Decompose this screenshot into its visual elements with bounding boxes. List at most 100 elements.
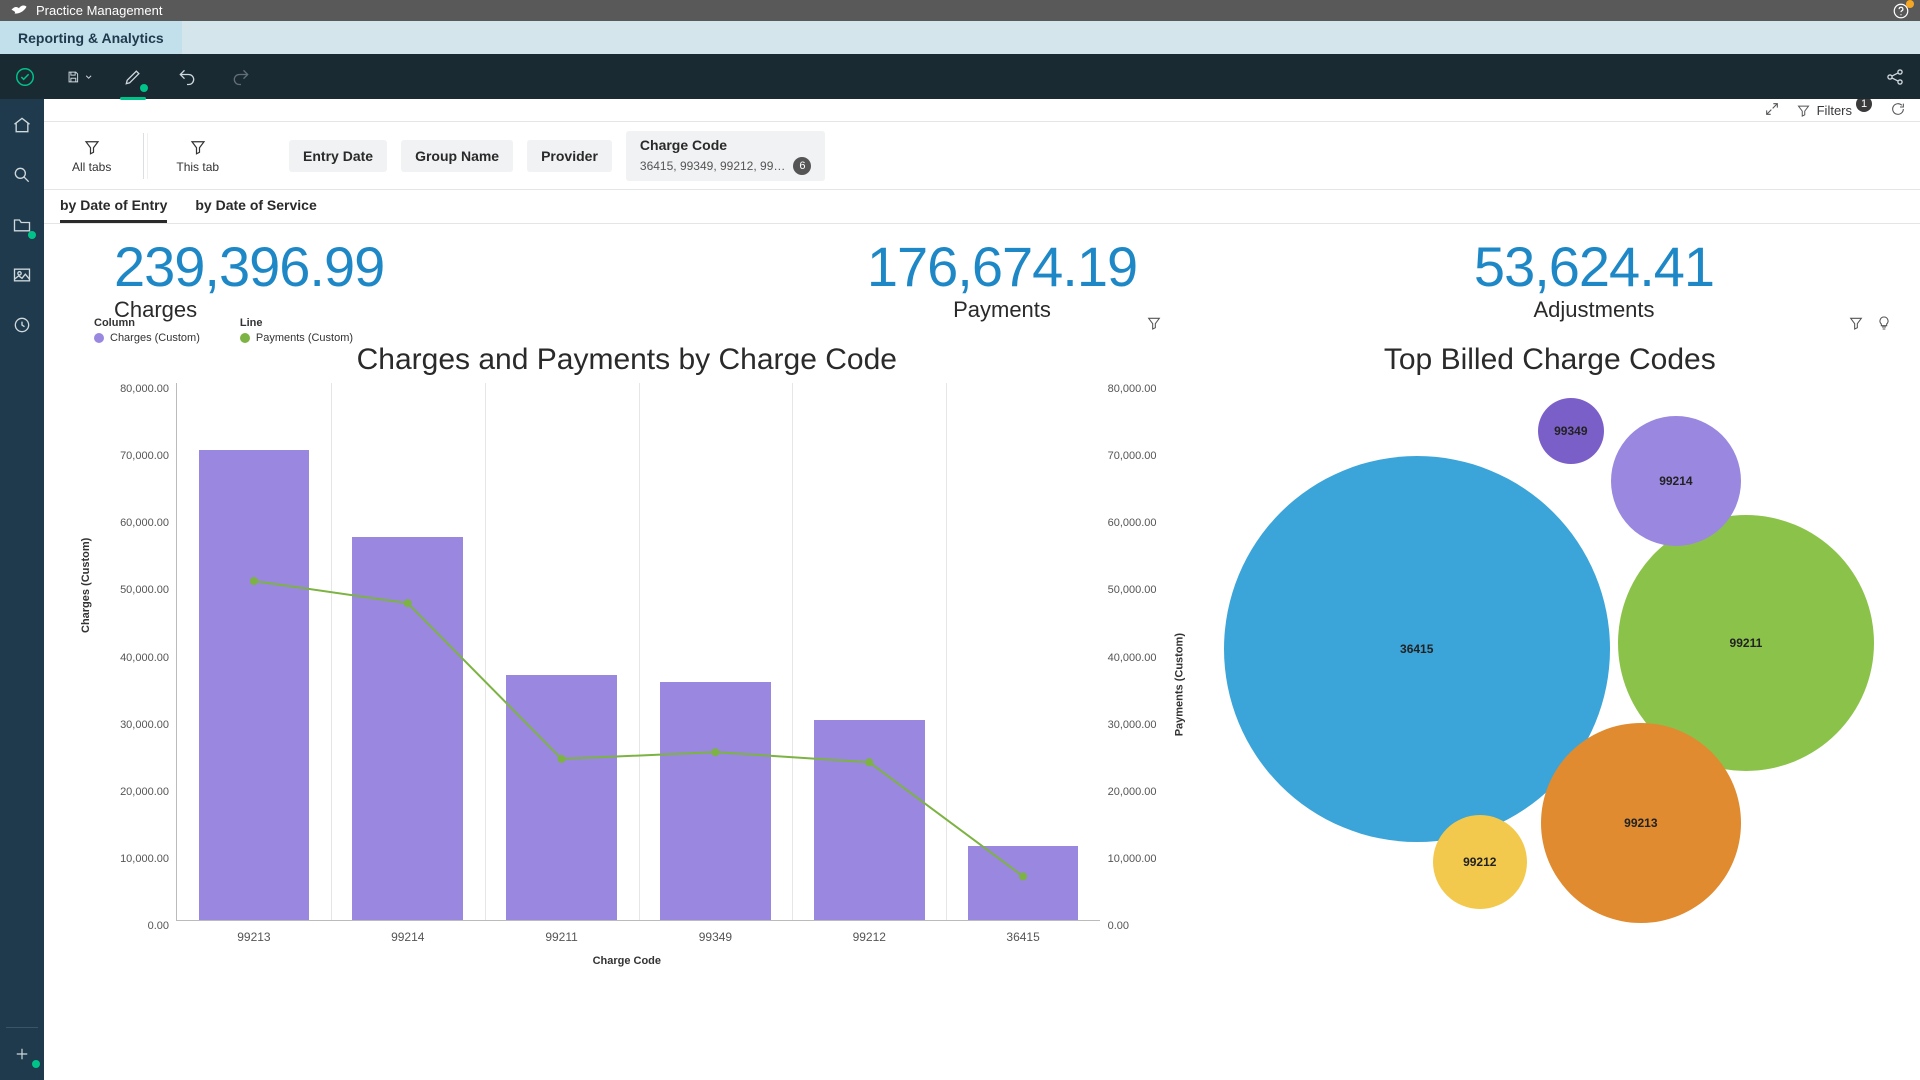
filters-label: Filters — [1817, 103, 1852, 118]
combo-ytick: 70,000.00 — [120, 450, 177, 462]
legend-item-charges: Charges (Custom) — [110, 332, 200, 344]
subtab-date-of-entry[interactable]: by Date of Entry — [60, 190, 167, 223]
combo-bar[interactable] — [660, 682, 771, 920]
legend-swatch-payments-icon — [240, 333, 250, 343]
kpi-adjustments-label: Adjustments — [1298, 297, 1890, 323]
combo-bar[interactable] — [968, 846, 1079, 920]
combo-plot-area: 0.000.0010,000.0010,000.0020,000.0020,00… — [176, 383, 1100, 921]
window-titlebar: Practice Management — [0, 0, 1920, 21]
combo-chart-container: Column Charges (Custom) Line Payments (C… — [84, 343, 1170, 1060]
combo-ytick: 20,000.00 — [120, 786, 177, 798]
combo-ytick: 50,000.00 — [120, 584, 177, 596]
nav-folder-icon[interactable] — [10, 213, 34, 237]
combo-y-axis-label: Charges (Custom) — [80, 538, 92, 633]
legend-line-header: Line — [240, 317, 353, 329]
bubble-filter-icon[interactable] — [1848, 315, 1866, 333]
filter-chip-charge-code-detail: 36415, 99349, 99212, 99… — [640, 159, 785, 173]
bubble-chart-container: Top Billed Charge Codes 3641599211992139… — [1200, 343, 1900, 1060]
combo-xtick: 99212 — [853, 920, 886, 944]
combo-xtick: 99213 — [237, 920, 270, 944]
combo-filter-icon[interactable] — [1146, 315, 1164, 333]
help-icon[interactable] — [1892, 2, 1910, 23]
combo-y2tick: 40,000.00 — [1100, 652, 1157, 664]
combo-ytick: 60,000.00 — [120, 517, 177, 529]
nav-image-icon[interactable] — [10, 263, 34, 287]
page-action-bar: Filters 1 — [44, 99, 1920, 122]
kpi-charges-value: 239,396.99 — [114, 234, 706, 299]
nav-divider — [6, 1027, 38, 1028]
combo-y2tick: 50,000.00 — [1100, 584, 1157, 596]
combo-ytick: 40,000.00 — [120, 652, 177, 664]
save-button[interactable] — [66, 64, 92, 90]
filters-button[interactable]: Filters 1 — [1796, 102, 1874, 118]
filter-chip-charge-code-count: 6 — [793, 157, 811, 175]
share-button[interactable] — [1882, 64, 1908, 90]
combo-ytick: 0.00 — [148, 920, 177, 932]
editor-toolbar — [0, 54, 1920, 99]
refresh-icon[interactable] — [1890, 101, 1906, 120]
edit-status-dot-icon — [140, 84, 148, 92]
combo-y2tick: 0.00 — [1100, 920, 1129, 932]
subtab-date-of-service[interactable]: by Date of Service — [195, 190, 316, 223]
left-nav-rail — [0, 99, 44, 1080]
bubble-99349[interactable]: 99349 — [1538, 398, 1604, 464]
kpi-payments-value: 176,674.19 — [706, 234, 1298, 299]
nav-add-button[interactable] — [10, 1042, 34, 1066]
filters-count-badge: 1 — [1856, 99, 1872, 112]
nav-search-icon[interactable] — [10, 163, 34, 187]
bubble-insight-icon[interactable] — [1876, 315, 1894, 333]
combo-y2tick: 10,000.00 — [1100, 853, 1157, 865]
combo-y2tick: 20,000.00 — [1100, 786, 1157, 798]
bubble-99213[interactable]: 99213 — [1541, 723, 1741, 923]
app-title: Practice Management — [36, 3, 162, 18]
combo-xtick: 99211 — [545, 920, 577, 944]
report-subtabs: by Date of Entry by Date of Service — [44, 190, 1920, 224]
filter-scope-separator — [143, 133, 144, 179]
tab-reporting-analytics[interactable]: Reporting & Analytics — [0, 21, 182, 54]
combo-bar[interactable] — [814, 720, 925, 920]
kpi-adjustments-value: 53,624.41 — [1298, 234, 1890, 299]
combo-bar[interactable] — [352, 537, 463, 920]
filter-chip-provider[interactable]: Provider — [527, 140, 612, 172]
filter-chip-entry-date[interactable]: Entry Date — [289, 140, 387, 172]
legend-column-header: Column — [94, 317, 200, 329]
dashboard-icon[interactable] — [12, 64, 38, 90]
combo-chart[interactable]: Charges (Custom) Payments (Custom) 0.000… — [84, 383, 1170, 963]
combo-bar[interactable] — [506, 675, 617, 920]
bubble-chart[interactable]: 364159921199213992149921299349 — [1200, 397, 1900, 957]
combo-legend: Column Charges (Custom) Line Payments (C… — [84, 317, 353, 344]
redo-button[interactable] — [228, 64, 254, 90]
edit-active-underline — [120, 97, 146, 100]
combo-y2tick: 70,000.00 — [1100, 450, 1157, 462]
filter-scope-this-label: This tab — [176, 160, 219, 174]
charts-row: Column Charges (Custom) Line Payments (C… — [44, 343, 1920, 1080]
kpi-payments: 176,674.19 Payments — [706, 234, 1298, 323]
legend-item-payments: Payments (Custom) — [256, 332, 353, 344]
combo-chart-title: Charges and Payments by Charge Code — [84, 343, 1170, 377]
filter-chip-charge-code[interactable]: Charge Code 36415, 99349, 99212, 99… 6 — [626, 131, 825, 181]
filter-chip-group-name[interactable]: Group Name — [401, 140, 513, 172]
undo-button[interactable] — [174, 64, 200, 90]
kpi-adjustments: 53,624.41 Adjustments — [1298, 234, 1890, 323]
help-badge-icon — [1906, 0, 1914, 8]
nav-home-icon[interactable] — [10, 113, 34, 137]
filter-bar: All tabs This tab Entry Date Group Name … — [44, 122, 1920, 190]
bubble-99214[interactable]: 99214 — [1611, 416, 1741, 546]
filter-scope-this-tab[interactable]: This tab — [164, 138, 231, 174]
combo-bar[interactable] — [199, 450, 310, 920]
edit-button[interactable] — [120, 64, 146, 90]
filter-scope-all-tabs[interactable]: All tabs — [60, 138, 123, 174]
add-status-dot-icon — [32, 1060, 40, 1068]
module-tabstrip: Reporting & Analytics — [0, 21, 1920, 54]
folder-status-dot-icon — [28, 231, 36, 239]
kpi-charges: 239,396.99 Charges — [74, 234, 706, 323]
combo-y2tick: 60,000.00 — [1100, 517, 1157, 529]
combo-y2tick: 30,000.00 — [1100, 719, 1157, 731]
combo-xtick: 99349 — [699, 920, 732, 944]
expand-icon[interactable] — [1764, 101, 1780, 120]
bubble-99212[interactable]: 99212 — [1433, 815, 1527, 909]
nav-recent-icon[interactable] — [10, 313, 34, 337]
combo-x-axis-label: Charge Code — [84, 955, 1170, 967]
combo-y2tick: 80,000.00 — [1100, 383, 1157, 395]
combo-y2-axis-label: Payments (Custom) — [1174, 633, 1186, 736]
